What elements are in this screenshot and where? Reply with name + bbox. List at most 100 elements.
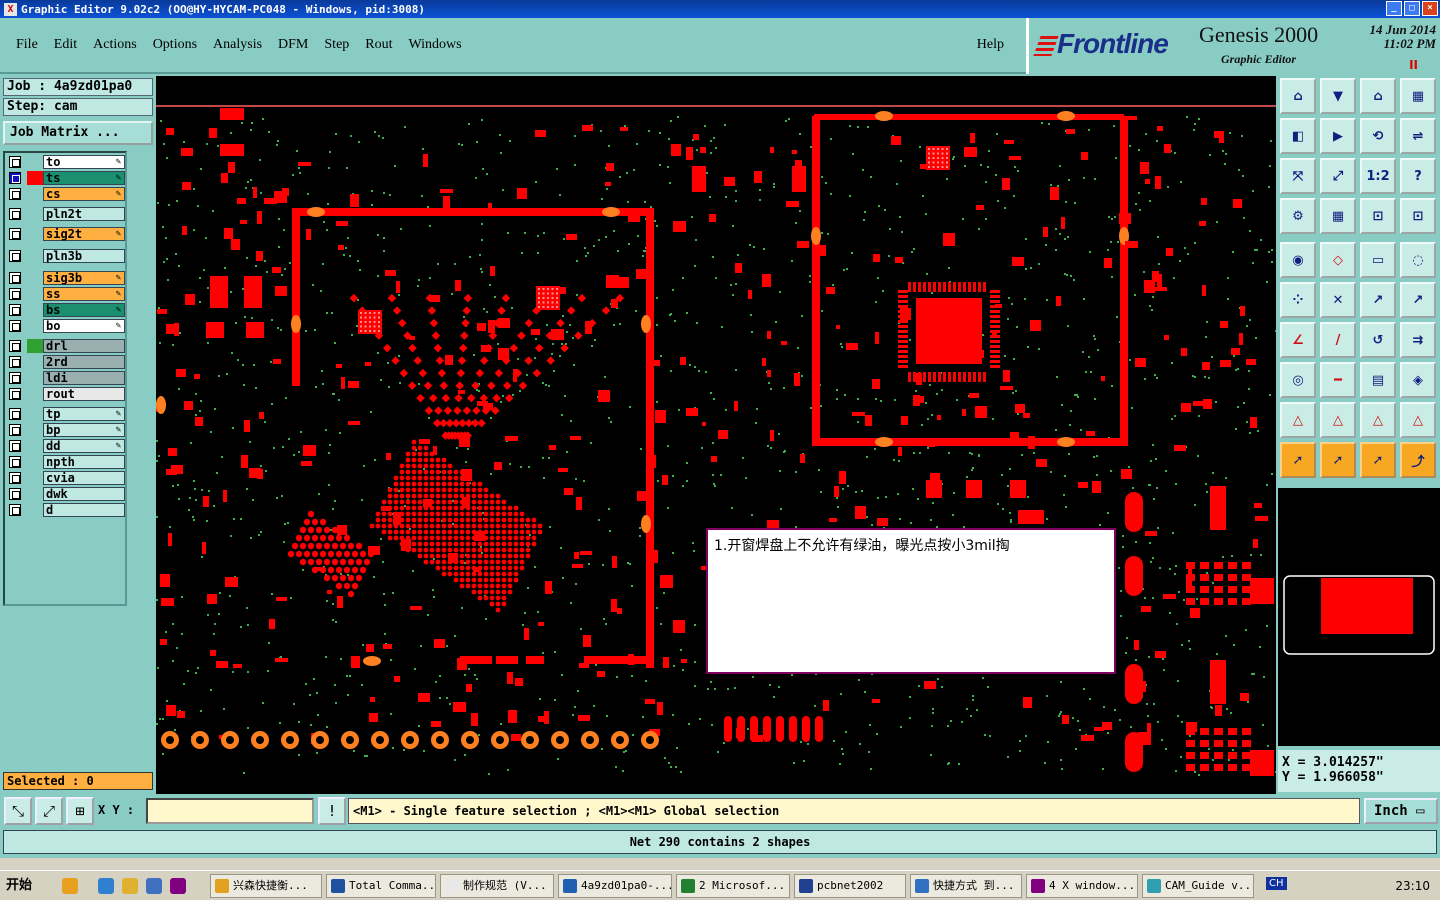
layer-color-swatch[interactable] — [27, 319, 43, 333]
minimize-button[interactable]: _ — [1386, 1, 1402, 16]
scale-1-2-icon[interactable]: 1:2 — [1360, 158, 1396, 194]
fit-profile-icon[interactable]: ⤢ — [1320, 158, 1356, 194]
layer-color-swatch[interactable] — [27, 471, 43, 485]
layer-row-pln3b[interactable]: pln3b — [7, 249, 125, 263]
measure-icon[interactable]: ⚙ — [1280, 198, 1316, 234]
layer-name[interactable]: pln3b — [43, 249, 125, 263]
redraw-icon[interactable]: ⇌ — [1400, 118, 1436, 154]
layer-checkbox[interactable] — [9, 408, 21, 420]
layer-checkbox[interactable] — [9, 172, 21, 184]
net-icon[interactable]: ⁘ — [1280, 282, 1316, 318]
layer-checkbox[interactable] — [9, 340, 21, 352]
connect-icon[interactable]: ↗ — [1360, 282, 1396, 318]
taskbar-item[interactable]: CAM_Guide v... — [1142, 874, 1254, 898]
layer-checkbox[interactable] — [9, 228, 21, 240]
layer-color-swatch[interactable] — [27, 207, 43, 221]
layer-color-swatch[interactable] — [27, 303, 43, 317]
layer-checkbox[interactable] — [9, 250, 21, 262]
layer-color-swatch[interactable] — [27, 271, 43, 285]
layer-color-swatch[interactable] — [27, 155, 43, 169]
quicklaunch-icon[interactable] — [62, 878, 78, 894]
layer-checkbox[interactable] — [9, 456, 21, 468]
overview-map[interactable] — [1278, 488, 1440, 746]
layer-color-swatch[interactable] — [27, 503, 43, 517]
layer-row-dd[interactable]: dd ✎ — [7, 439, 125, 453]
clock-app-icon[interactable] — [122, 878, 138, 894]
job-matrix-button[interactable]: Job Matrix ... — [3, 121, 153, 145]
layer-color-swatch[interactable] — [27, 227, 43, 241]
swap-icon[interactable]: ⟲ — [1360, 118, 1396, 154]
menu-dfm[interactable]: DFM — [278, 37, 308, 53]
maximize-button[interactable]: □ — [1404, 1, 1420, 16]
slash-icon[interactable]: / — [1320, 322, 1356, 358]
layer-color-swatch[interactable] — [27, 455, 43, 469]
layer-name[interactable]: dd ✎ — [43, 439, 125, 453]
features-icon[interactable]: ◎ — [1280, 362, 1316, 398]
grid-icon[interactable]: ▦ — [1320, 198, 1356, 234]
x-app-icon[interactable] — [170, 878, 186, 894]
layer-color-swatch[interactable] — [27, 187, 43, 201]
layer-color-swatch[interactable] — [27, 171, 43, 185]
snap-icon[interactable]: ⊡ — [1360, 198, 1396, 234]
layer-row-to[interactable]: to ✎ — [7, 155, 125, 169]
pcb-view[interactable] — [156, 76, 1276, 794]
layer-row-ss[interactable]: ss ✎ — [7, 287, 125, 301]
surface-icon[interactable]: △ — [1280, 402, 1316, 438]
cross-icon[interactable]: ✕ — [1320, 282, 1356, 318]
menu-windows[interactable]: Windows — [409, 37, 462, 53]
layer-checkbox[interactable] — [9, 304, 21, 316]
layer-name[interactable]: cvia — [43, 471, 125, 485]
layer-checkbox[interactable] — [9, 272, 21, 284]
browser-icon[interactable] — [146, 878, 162, 894]
layer-color-swatch[interactable] — [27, 355, 43, 369]
start-button[interactable]: 开始 — [2, 874, 50, 898]
layer-row-rout[interactable]: rout — [7, 387, 125, 401]
layer-name[interactable]: ss ✎ — [43, 287, 125, 301]
layer-color-swatch[interactable] — [27, 339, 43, 353]
close-button[interactable]: × — [1422, 1, 1438, 16]
select-box-icon[interactable]: ◌ — [1400, 242, 1436, 278]
language-indicator[interactable]: CH — [1266, 877, 1287, 890]
zoom-in-icon[interactable]: ▼ — [1320, 78, 1356, 114]
taskbar-item[interactable]: 2 Microsof... — [676, 874, 790, 898]
pan-left-icon[interactable]: ◧ — [1280, 118, 1316, 154]
layer-checkbox[interactable] — [9, 488, 21, 500]
layer-checkbox[interactable] — [9, 440, 21, 452]
pointer3-icon[interactable]: ➚ — [1360, 442, 1396, 478]
layer-checkbox[interactable] — [9, 424, 21, 436]
ie-icon[interactable] — [98, 878, 114, 894]
layer-row-sig2t[interactable]: sig2t ✎ — [7, 227, 125, 241]
dim-icon[interactable]: ▤ — [1360, 362, 1396, 398]
zoom-diagonal-icon[interactable]: ⤢ — [35, 797, 63, 825]
pause-icon[interactable]: II — [1409, 58, 1418, 72]
layer-row-2rd[interactable]: 2rd — [7, 355, 125, 369]
surface3-icon[interactable]: △ — [1360, 402, 1396, 438]
layer-name[interactable]: pln2t — [43, 207, 125, 221]
layer-checkbox[interactable] — [9, 208, 21, 220]
alert-icon[interactable]: ! — [318, 797, 346, 825]
menu-step[interactable]: Step — [324, 37, 349, 53]
menu-help[interactable]: Help — [977, 37, 1004, 53]
xy-input[interactable] — [146, 798, 314, 824]
layer-name[interactable]: bs ✎ — [43, 303, 125, 317]
units-selector[interactable]: Inch ▭ — [1364, 798, 1438, 824]
layer-checkbox[interactable] — [9, 320, 21, 332]
taskbar-item[interactable]: 兴森快捷衡... — [210, 874, 322, 898]
grid-toggle-icon[interactable]: ⊞ — [66, 797, 94, 825]
pan-right-icon[interactable]: ▶ — [1320, 118, 1356, 154]
layer-name[interactable]: ldi — [43, 371, 125, 385]
layer-row-sig3b[interactable]: sig3b ✎ — [7, 271, 125, 285]
surface2-icon[interactable]: △ — [1320, 402, 1356, 438]
taskbar-item[interactable]: 4a9zd01pa0-... — [558, 874, 672, 898]
layer-row-bs[interactable]: bs ✎ — [7, 303, 125, 317]
angle-icon[interactable]: ∠ — [1280, 322, 1316, 358]
fit-step-icon[interactable]: ⤧ — [1280, 158, 1316, 194]
layer-checkbox[interactable] — [9, 388, 21, 400]
layer-checkbox[interactable] — [9, 156, 21, 168]
mirror-icon[interactable]: ⇉ — [1400, 322, 1436, 358]
layer-color-swatch[interactable] — [27, 407, 43, 421]
layer-row-ts[interactable]: ts ✎ — [7, 171, 125, 185]
layer-color-swatch[interactable] — [27, 439, 43, 453]
layer-name[interactable]: dwk — [43, 487, 125, 501]
taskbar-item[interactable]: Total Comma... — [326, 874, 436, 898]
